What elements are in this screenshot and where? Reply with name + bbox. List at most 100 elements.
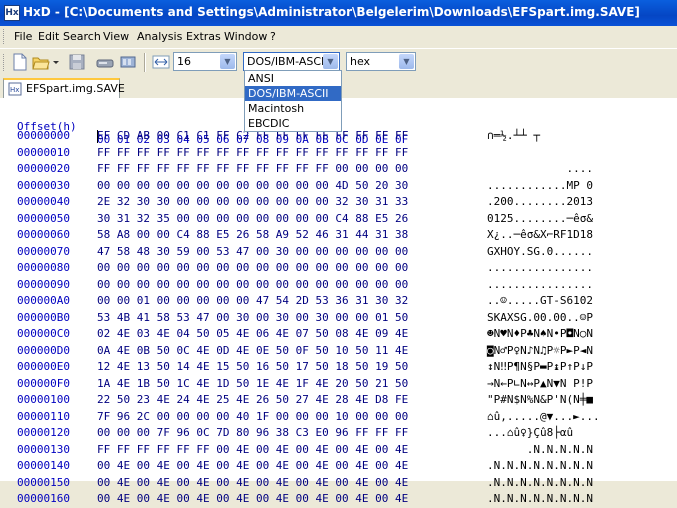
row-hex-bytes[interactable]: 30 31 32 35 00 00 00 00 00 00 00 00 C4 8… [97,212,408,225]
toolbar-grip[interactable] [3,54,7,71]
row-hex-bytes[interactable]: 00 00 00 7F 96 0C 7D 80 96 38 C3 E0 96 F… [97,426,408,439]
disk-editor-icon[interactable] [96,53,114,71]
charset-option[interactable]: DOS/IBM-ASCII [245,86,341,101]
chevron-down-icon[interactable]: ▼ [399,54,414,69]
row-ascii-text[interactable]: 0125........─êσ& [487,212,593,225]
row-ascii-text[interactable]: ..☺.....GT-S6102 [487,294,593,307]
menu-window[interactable]: Window [224,30,267,43]
row-ascii-text[interactable]: ............MP 0 [487,179,593,192]
menu-bar: File Edit Search View Analysis Extras Wi… [0,26,677,47]
menu-edit[interactable]: Edit [38,30,59,43]
new-file-icon[interactable] [11,53,29,71]
row-ascii-text[interactable]: .N.N.N.N.N.N.N.N [487,476,593,489]
row-ascii-text[interactable]: ................ [487,261,593,274]
row-ascii-text[interactable]: ................ [487,278,593,291]
row-offset: 00000090 [17,277,70,291]
menu-search[interactable]: Search [63,30,101,43]
row-hex-bytes[interactable]: 02 4E 03 4E 04 50 05 4E 06 4E 07 50 08 4… [97,327,408,340]
row-hex-bytes[interactable]: 00 00 00 00 00 00 00 00 00 00 00 00 4D 5… [97,179,408,192]
tab-label: EFSpart.img.SAVE [26,82,125,95]
row-offset: 00000060 [17,228,70,241]
row-ascii-text[interactable]: .N.N.N.N.N.N.N.N [487,459,593,472]
row-hex-bytes[interactable]: 22 50 23 4E 24 4E 25 4E 26 50 27 4E 28 4… [97,393,408,406]
row-ascii-text[interactable]: ...⌂û♀}Çû8├αû [487,426,573,439]
row-offset: 00000020 [17,162,70,175]
row-hex-bytes[interactable]: 2E 32 30 30 00 00 00 00 00 00 00 00 32 3… [97,195,408,208]
row-offset: 00000110 [17,409,70,423]
row-hex-bytes[interactable]: 00 00 01 00 00 00 00 00 47 54 2D 53 36 3… [97,294,408,307]
row-hex-bytes[interactable]: 00 4E 00 4E 00 4E 00 4E 00 4E 00 4E 00 4… [97,476,408,489]
menu-analysis[interactable]: Analysis [137,30,182,43]
chevron-down-icon[interactable]: ▼ [220,54,235,69]
row-hex-bytes[interactable]: FF FF FF FF FF FF 00 4E 00 4E 00 4E 00 4… [97,443,408,456]
row-ascii-text[interactable]: SKAXSG.00.00..☺P [487,311,593,324]
row-ascii-text[interactable]: .N.N.N.N.N [487,443,593,456]
row-ascii-text[interactable]: .... [487,162,593,175]
open-dropdown-arrow-icon[interactable] [51,53,61,71]
row-offset: 00000080 [17,261,70,274]
open-file-icon[interactable] [32,53,50,71]
row-offset: 00000130 [17,442,70,456]
charset-option[interactable]: ANSI [245,71,341,86]
app-icon: Hx [4,5,20,21]
bytes-per-row-select[interactable]: 16 ▼ [173,52,237,71]
hex-editor[interactable]: Offset(h) 00 01 02 03 04 05 06 07 08 09 … [0,98,677,505]
row-hex-bytes[interactable]: 1A 4E 1B 50 1C 4E 1D 50 1E 4E 1F 4E 20 5… [97,377,408,390]
row-offset: 00000100 [17,393,70,406]
menu-extras[interactable]: Extras [186,30,221,43]
display-mode-select[interactable]: hex ▼ [346,52,416,71]
row-offset: 00000040 [17,195,70,208]
charset-value: DOS/IBM-ASCII [247,55,328,68]
row-offset: 00000150 [17,475,70,489]
row-ascii-text[interactable]: .N.N.N.N.N.N.N.N [487,492,593,505]
charset-select[interactable]: DOS/IBM-ASCII ▼ [243,52,340,71]
charset-option[interactable]: Macintosh [245,101,341,116]
row-hex-bytes[interactable]: 00 4E 00 4E 00 4E 00 4E 00 4E 00 4E 00 4… [97,492,408,505]
svg-text:Hx: Hx [10,86,19,94]
charset-dropdown-list[interactable]: ANSI DOS/IBM-ASCII Macintosh EBCDIC [244,70,342,132]
row-offset: 00000030 [17,178,70,192]
row-hex-bytes[interactable]: 00 4E 00 4E 00 4E 00 4E 00 4E 00 4E 00 4… [97,459,408,472]
chevron-down-icon[interactable]: ▼ [323,54,338,69]
row-ascii-text[interactable]: ⌂û,.....@▼...►... [487,410,600,423]
row-offset: 00000010 [17,145,70,159]
row-ascii-text[interactable]: .200........2013 [487,195,593,208]
menu-help[interactable]: ? [270,30,276,43]
save-icon[interactable] [68,53,86,71]
row-offset: 000000C0 [17,327,70,340]
row-offset: 00000070 [17,244,70,258]
charset-option[interactable]: EBCDIC [245,116,341,131]
row-offset: 000000B0 [17,310,70,324]
menu-file[interactable]: File [14,30,32,43]
row-hex-bytes[interactable]: 7F 96 2C 00 00 00 00 40 1F 00 00 00 10 0… [97,410,408,423]
window-title: HxD - [C:\Documents and Settings\Adminis… [23,5,640,19]
row-ascii-text[interactable]: ↕N‼P¶N§P▬P↨P↑P↓P [487,360,593,373]
row-hex-bytes[interactable]: 0A 4E 0B 50 0C 4E 0D 4E 0E 50 0F 50 10 5… [97,344,408,357]
row-ascii-text[interactable]: ☻N♥N♦P♣N♠N•P◘N○N [487,327,593,340]
row-hex-bytes[interactable]: 47 58 48 30 59 00 53 47 00 30 00 00 00 0… [97,245,408,258]
row-hex-bytes[interactable]: 00 00 00 00 00 00 00 00 00 00 00 00 00 0… [97,278,408,291]
row-ascii-text[interactable]: →N←P∟N↔P▲N▼N P!P [487,377,593,390]
row-offset: 000000A0 [17,294,70,307]
ram-editor-icon[interactable] [119,53,137,71]
toolbar-separator [144,53,146,72]
menu-grip[interactable] [3,29,7,44]
bytes-per-row-icon [152,55,170,69]
hex-file-icon: Hx [8,82,22,96]
row-hex-bytes[interactable]: FF FF FF FF FF FF FF FF FF FF FF FF FF F… [97,146,408,159]
menu-view[interactable]: View [103,30,129,43]
row-hex-bytes[interactable]: FF FF FF FF FF FF FF FF FF FF FF FF 00 0… [97,162,408,175]
title-bar[interactable]: Hx HxD - [C:\Documents and Settings\Admi… [0,0,677,26]
document-tab[interactable]: Hx EFSpart.img.SAVE [3,78,125,98]
row-offset: 00000120 [17,426,70,439]
row-ascii-text[interactable]: ◙N♂P♀N♪N♫P☼P►P◄N [487,344,593,357]
row-ascii-text[interactable]: X¿..─êσ&X⌐RF1D18 [487,228,593,241]
row-ascii-text[interactable]: "P#N$N%N&P'N(N╪■ [487,393,593,406]
row-hex-bytes[interactable]: 00 00 00 00 00 00 00 00 00 00 00 00 00 0… [97,261,408,274]
row-offset: 000000D0 [17,343,70,357]
row-hex-bytes[interactable]: 58 A8 00 00 C4 88 E5 26 58 A9 52 46 31 4… [97,228,408,241]
row-ascii-text[interactable]: GXHOY.SG.0...... [487,245,593,258]
row-hex-bytes[interactable]: 12 4E 13 50 14 4E 15 50 16 50 17 50 18 5… [97,360,408,373]
row-hex-bytes[interactable]: 53 4B 41 58 53 47 00 30 00 30 00 30 00 0… [97,311,408,324]
row-ascii-text[interactable]: ∩═½.┴┴ ┬ [487,129,540,142]
